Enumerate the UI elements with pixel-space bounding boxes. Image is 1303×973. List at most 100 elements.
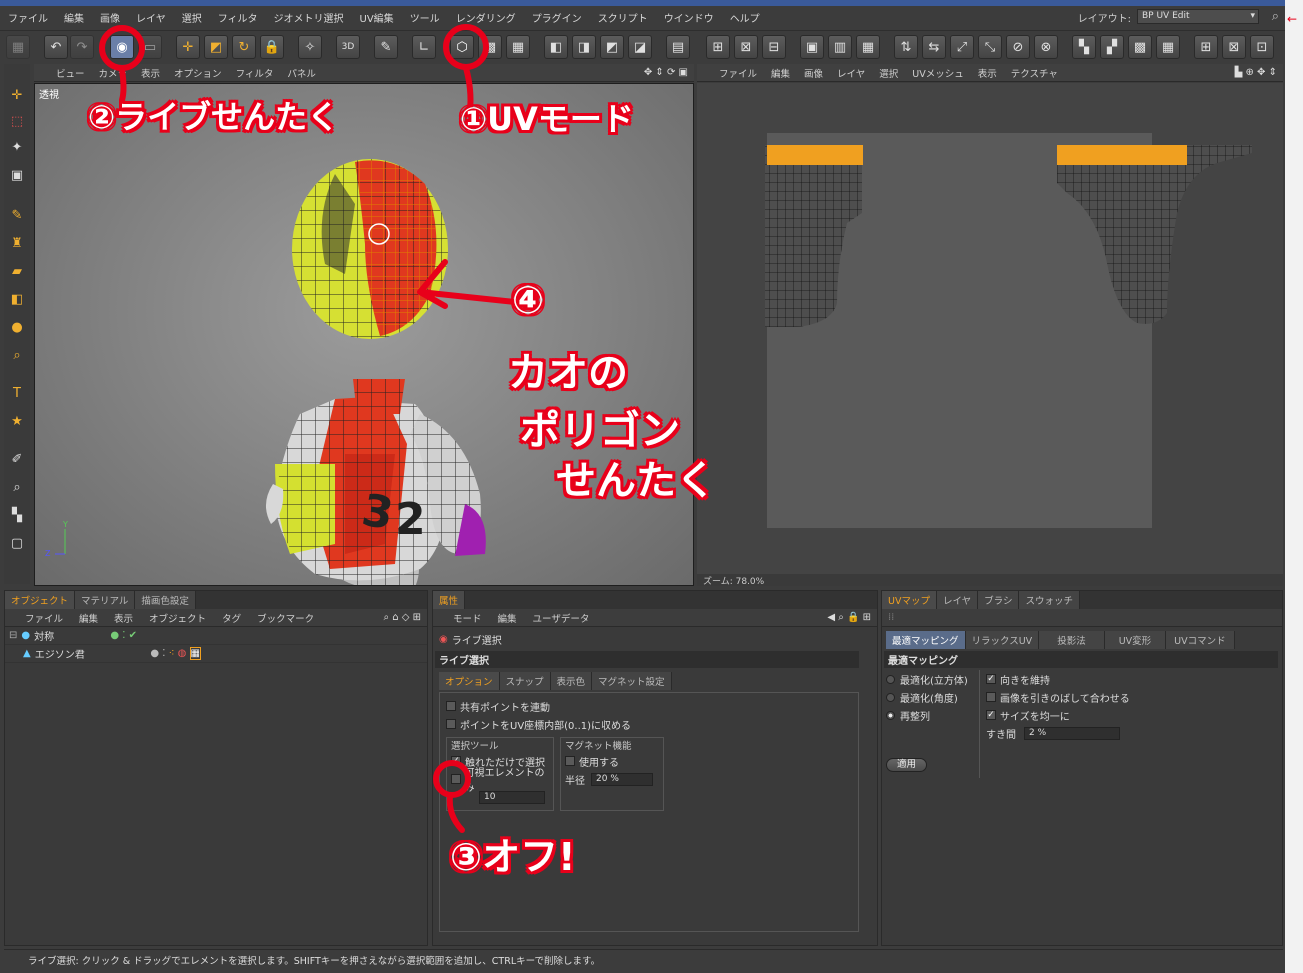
zoom-tool-icon[interactable]: ⌕ — [6, 476, 28, 498]
axis-icon[interactable]: ∟ — [412, 35, 436, 59]
stamp-icon[interactable]: ♜ — [6, 232, 28, 254]
uv-menu-file[interactable]: ファイル — [697, 66, 764, 80]
layout-icon[interactable]: ▚ — [1072, 35, 1096, 59]
color-icon[interactable]: ▚ — [6, 504, 28, 526]
option-stretch-to-fit[interactable]: 画像を引きのばして合わせる — [986, 688, 1130, 706]
tab-brush[interactable]: ブラシ — [978, 591, 1020, 609]
menu-window[interactable]: ウインドウ — [656, 10, 722, 25]
text-icon[interactable]: T — [6, 382, 28, 404]
uv-menu-image[interactable]: 画像 — [797, 66, 830, 80]
checkbox-checked[interactable]: ✓ — [986, 674, 996, 684]
obj-menu-file[interactable]: ファイル — [5, 611, 71, 625]
lock-icon[interactable]: 🔒 — [260, 35, 284, 59]
option-visible-only[interactable]: 可視エレメントのみ — [451, 768, 549, 794]
star-icon[interactable]: ★ — [6, 410, 28, 432]
texture-icon[interactable]: ▣ — [6, 164, 28, 186]
apply-button[interactable]: 適用 — [886, 758, 928, 772]
eyedropper-icon[interactable]: ✐ — [6, 448, 28, 470]
checkbox[interactable] — [446, 719, 456, 729]
rect-select-icon[interactable]: ▭ — [138, 35, 162, 59]
uv-menu-edit[interactable]: 編集 — [764, 66, 797, 80]
grid-icon[interactable]: ▤ — [666, 35, 690, 59]
subtab-uv-transform[interactable]: UV変形 — [1104, 631, 1167, 649]
menu-image[interactable]: 画像 — [92, 10, 128, 25]
uv-editor-view[interactable] — [697, 83, 1283, 574]
uv-menu-display[interactable]: 表示 — [971, 66, 1004, 80]
menu-uv-edit[interactable]: UV編集 — [352, 10, 402, 25]
eraser-icon[interactable]: ▰ — [6, 260, 28, 282]
extra-tool-icon-2[interactable]: ⊠ — [1222, 35, 1246, 59]
tab-swatch[interactable]: スウォッチ — [1019, 591, 1080, 609]
uv-transform-icon-6[interactable]: ⊗ — [1034, 35, 1058, 59]
obj-menu-edit[interactable]: 編集 — [71, 611, 106, 625]
visibility-check-icon[interactable]: ● ⁚ ✔ — [110, 630, 137, 641]
subtab-relax-uv[interactable]: リラックスUV — [965, 631, 1040, 649]
pencil-icon[interactable]: ✎ — [6, 204, 28, 226]
layout-select[interactable]: BP UV Edit ▾ — [1137, 9, 1259, 24]
radio-button[interactable] — [886, 692, 895, 702]
tab-uvmap[interactable]: UVマップ — [882, 591, 937, 609]
vp-menu-camera[interactable]: カメラ — [92, 66, 135, 80]
uv-menu-layer[interactable]: レイヤ — [830, 66, 872, 80]
radio-button[interactable] — [886, 674, 895, 684]
uv-transform-icon[interactable]: ⇅ — [894, 35, 918, 59]
menu-tools[interactable]: ツール — [402, 10, 448, 25]
checkbox[interactable] — [565, 756, 575, 766]
rect-select-tool-icon[interactable]: ⬚ — [6, 110, 28, 132]
gradient-icon[interactable]: ◧ — [6, 288, 28, 310]
menu-filter[interactable]: フィルタ — [210, 10, 266, 25]
cube-icon-4[interactable]: ◪ — [628, 35, 652, 59]
gap-field[interactable]: 2 % — [1024, 726, 1120, 740]
texture-tool-icon-3[interactable]: ⊟ — [762, 35, 786, 59]
tab-layer[interactable]: レイヤ — [936, 591, 979, 609]
magnifier-icon[interactable]: ⌕ — [6, 344, 28, 366]
vp-menu-display[interactable]: 表示 — [134, 66, 167, 80]
uv-menu-texture[interactable]: テクスチャ — [1004, 66, 1065, 80]
checkbox-checked[interactable]: ✓ — [451, 756, 461, 766]
subtab-projection[interactable]: 投影法 — [1039, 631, 1105, 649]
obj-menu-bookmark[interactable]: ブックマーク — [249, 611, 322, 625]
attr-menu-mode[interactable]: モード — [433, 611, 490, 625]
radio-optimal-angle[interactable]: 最適化(角度) — [886, 688, 979, 706]
extra-tool-icon-3[interactable]: ⊡ — [1250, 35, 1274, 59]
uv-mesh[interactable] — [697, 83, 1283, 574]
undo-icon[interactable]: ↶ — [44, 35, 68, 59]
object-row-edison[interactable]: ▲ エジソン君 ● ⁚ ⁖ ◍ ▦ — [5, 645, 427, 663]
subtab-snap[interactable]: スナップ — [499, 672, 551, 690]
obj-nav-icons[interactable]: ⌕ ⌂ ◇ ⊞ — [383, 612, 427, 623]
obj-menu-object[interactable]: オブジェクト — [141, 611, 214, 625]
layer-tool-icon[interactable]: ▣ — [800, 35, 824, 59]
viewport-nav-icons[interactable]: ✥ ⇕ ⟳ ▣ — [644, 67, 694, 78]
subtab-optimal-mapping[interactable]: 最適マッピング — [886, 631, 966, 649]
tab-materials[interactable]: マテリアル — [75, 591, 136, 609]
radio-realign[interactable]: 再整列 — [886, 706, 979, 724]
attr-menu-edit[interactable]: 編集 — [490, 611, 525, 625]
layout-icon-4[interactable]: ▦ — [1156, 35, 1180, 59]
checkbox[interactable] — [986, 692, 996, 702]
live-select-icon[interactable]: ◉ — [110, 35, 134, 59]
vp-menu-panel[interactable]: パネル — [280, 66, 323, 80]
uv-transform-icon-2[interactable]: ⇆ — [922, 35, 946, 59]
object-row-symmetry[interactable]: ⊟ ● 対称 ● ⁚ ✔ — [5, 627, 427, 645]
uv-transform-icon-5[interactable]: ⊘ — [1006, 35, 1030, 59]
option-magnet-use[interactable]: 使用する — [565, 752, 659, 770]
texture-tool-icon-2[interactable]: ⊠ — [734, 35, 758, 59]
radius-field[interactable]: 10 — [479, 790, 545, 804]
obj-menu-view[interactable]: 表示 — [106, 611, 141, 625]
menu-plugins[interactable]: プラグイン — [524, 10, 590, 25]
menu-layer[interactable]: レイヤ — [128, 10, 174, 25]
character-model[interactable]: 3 2 Y Z — [35, 84, 694, 586]
uv-transform-icon-4[interactable]: ⤡ — [978, 35, 1002, 59]
attr-menu-userdata[interactable]: ユーザデータ — [525, 611, 598, 625]
search-icon[interactable]: ⌕ — [1272, 9, 1279, 24]
uv-transform-icon-3[interactable]: ⤢ — [950, 35, 974, 59]
radio-optimal-cubic[interactable]: 最適化(立方体) — [886, 670, 979, 688]
layer-tool-icon-2[interactable]: ▥ — [828, 35, 852, 59]
menu-geometry-select[interactable]: ジオメトリ選択 — [266, 10, 352, 25]
subtab-color[interactable]: 表示色 — [550, 672, 593, 690]
option-share-points[interactable]: 共有ポイントを連動 — [446, 697, 852, 715]
tab-attributes[interactable]: 属性 — [433, 591, 466, 609]
move-tool-icon[interactable]: ✛ — [6, 84, 28, 106]
vp-menu-filter[interactable]: フィルタ — [229, 66, 281, 80]
brush-icon[interactable]: ✎ — [374, 35, 398, 59]
